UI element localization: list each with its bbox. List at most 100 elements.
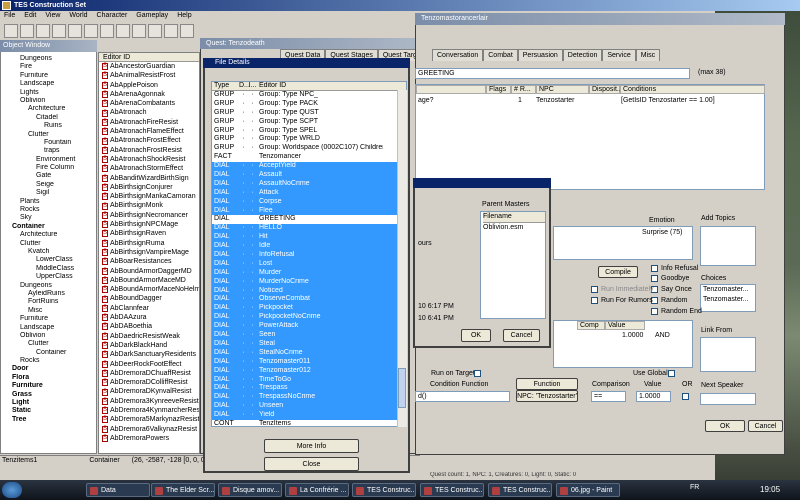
object-list-row[interactable]: SAbBoundArmorMaceNoHelmetMD bbox=[99, 285, 199, 294]
toolbar-button[interactable] bbox=[52, 24, 66, 38]
filename-header[interactable]: Filename bbox=[483, 212, 545, 223]
tree-node[interactable]: Gate bbox=[4, 172, 96, 180]
object-list-row[interactable]: S AbBoundArmorMaceMD bbox=[99, 276, 199, 285]
menu-item[interactable]: View bbox=[45, 11, 60, 21]
object-list-row[interactable]: S AbDremoraDColliffResist bbox=[99, 378, 199, 387]
object-list-row[interactable]: S AbAtronachFireResist bbox=[99, 118, 199, 127]
object-tree[interactable]: Dungeons Fire Furniture Landscape Lights Obli… bbox=[4, 55, 96, 475]
taskbar-item[interactable]: Disque amov... bbox=[218, 483, 282, 497]
object-list-row[interactable]: S AbAtronachShockResist bbox=[99, 155, 199, 164]
menu-item[interactable]: File bbox=[4, 11, 15, 21]
menu-item[interactable]: Help bbox=[177, 11, 191, 21]
tree-node[interactable]: Landscape bbox=[4, 80, 96, 88]
file-details-row[interactable]: GRUP · · Group: Type PACK bbox=[212, 100, 406, 109]
object-list-row[interactable]: S AbDremora3KynreeveResist bbox=[99, 397, 199, 406]
comp-header[interactable]: Comp bbox=[577, 321, 605, 330]
object-list-row[interactable]: S AbBirthsignMankaCamoran bbox=[99, 192, 199, 201]
object-list-row[interactable]: S AbBirthsignVampireMage bbox=[99, 248, 199, 257]
tree-node[interactable]: Furniture bbox=[4, 72, 96, 80]
toolbar-button[interactable] bbox=[132, 24, 146, 38]
object-list-row[interactable]: S AbAtronachFrostResist bbox=[99, 146, 199, 155]
goodbye-checkbox[interactable] bbox=[651, 275, 658, 282]
file-details-row[interactable]: DIAL · · AssaultNoCrime bbox=[212, 179, 406, 189]
col-header-disposition[interactable]: Disposit... bbox=[589, 85, 623, 94]
file-details-row[interactable]: DIAL · · Pickpocket bbox=[212, 304, 406, 314]
object-list-row[interactable]: S AbArenaAgonnak bbox=[99, 90, 199, 99]
tree-node[interactable]: Clutter bbox=[4, 131, 96, 139]
menu-item[interactable]: Gameplay bbox=[136, 11, 168, 21]
editor-id-header[interactable]: Editor ID bbox=[257, 82, 383, 90]
object-list-row[interactable]: S AbArenaCombatants bbox=[99, 99, 199, 108]
object-list-row[interactable]: S AbBoarResistances bbox=[99, 257, 199, 266]
object-list-row[interactable]: S AbBirthsignNPCMage bbox=[99, 220, 199, 229]
file-details-row[interactable]: DIAL · · StealNoCrime bbox=[212, 348, 406, 358]
tree-node[interactable]: Architecture bbox=[4, 105, 96, 113]
tree-node[interactable]: UpperClass bbox=[4, 273, 96, 281]
object-list-row[interactable]: S AbDremoraDKynvalResist bbox=[99, 387, 199, 396]
col-header-npc[interactable]: NPC bbox=[536, 85, 589, 94]
object-list-row[interactable]: S AbAnimalResistFrost bbox=[99, 71, 199, 80]
use-global-checkbox[interactable] bbox=[668, 370, 675, 377]
compile-button[interactable]: Compile bbox=[598, 266, 638, 278]
file-details-row[interactable]: DIAL · · Corpse bbox=[212, 197, 406, 207]
choice-item[interactable]: Tenzomaster... bbox=[703, 295, 755, 305]
object-list-row[interactable]: S AbDarkSanctuaryResidents bbox=[99, 350, 199, 359]
object-list-row[interactable]: S AbAtronachFrostEffect bbox=[99, 136, 199, 145]
toolbar-button[interactable] bbox=[20, 24, 34, 38]
file-details-row[interactable]: DIAL · · Murder bbox=[212, 268, 406, 278]
object-list-row[interactable]: S AbApplePoison bbox=[99, 81, 199, 90]
dialogue-tab[interactable]: Combat bbox=[483, 49, 518, 61]
tree-node[interactable]: Environment bbox=[4, 156, 96, 164]
popup-ok-button[interactable]: OK bbox=[461, 329, 491, 342]
file-details-row[interactable]: GRUP · · Group: Type SCPT bbox=[212, 118, 406, 127]
popup-cancel-button[interactable]: Cancel bbox=[503, 329, 540, 342]
tree-node[interactable]: Clutter bbox=[4, 240, 96, 248]
tree-node[interactable]: Fountain bbox=[4, 139, 96, 147]
tree-node[interactable]: Furniture bbox=[4, 315, 96, 323]
taskbar-item[interactable]: TES Construc... bbox=[420, 483, 484, 497]
file-details-row[interactable]: GRUP · · Group: Type WRLD bbox=[212, 135, 406, 144]
tree-node[interactable]: Clutter bbox=[4, 340, 96, 348]
object-list-row[interactable]: S AbDABoethia bbox=[99, 322, 199, 331]
file-details-row[interactable]: DIAL · · Yield bbox=[212, 411, 406, 420]
taskbar-item[interactable]: The Elder Scr... bbox=[151, 483, 215, 497]
file-details-row[interactable]: GRUP · · Group: Worldspace (0002C107) Child… bbox=[212, 144, 406, 153]
close-button[interactable]: Close bbox=[264, 457, 359, 471]
tree-node[interactable]: Container bbox=[4, 349, 96, 357]
toolbar-button[interactable] bbox=[36, 24, 50, 38]
emotion-field[interactable]: Surprise (75) bbox=[553, 226, 693, 260]
file-details-row[interactable]: DIAL · · Tenzomaster011 bbox=[212, 357, 406, 367]
file-details-row[interactable]: DIAL · · PowerAttack bbox=[212, 322, 406, 332]
object-list-row[interactable]: S AbBirthsignMonk bbox=[99, 201, 199, 210]
comparison-select[interactable]: == bbox=[591, 391, 626, 402]
object-list-row[interactable]: S AbDremoraDChuaffResist bbox=[99, 369, 199, 378]
run-immediately-checkbox[interactable] bbox=[591, 286, 598, 293]
file-details-row[interactable]: DIAL · · Idle bbox=[212, 242, 406, 252]
clock[interactable]: 19:05 bbox=[760, 485, 780, 494]
file-details-row[interactable]: DIAL · · PickpocketNoCrime bbox=[212, 313, 406, 323]
object-list-row[interactable]: S AbDremoraPowers bbox=[99, 434, 199, 443]
toolbar-button[interactable] bbox=[180, 24, 194, 38]
tree-node[interactable]: Door bbox=[4, 365, 96, 373]
object-list-row[interactable]: S AbAtronach bbox=[99, 108, 199, 117]
tree-node[interactable]: LowerClass bbox=[4, 256, 96, 264]
file-details-row[interactable]: DIAL · · HELLO bbox=[212, 224, 406, 234]
file-details-row[interactable]: GRUP · · Group: Type NPC_ bbox=[212, 91, 406, 100]
info-refusal-checkbox[interactable] bbox=[651, 265, 658, 272]
tree-node[interactable]: Dungeons bbox=[4, 282, 96, 290]
object-list-row[interactable]: S AbBoundDagger bbox=[99, 294, 199, 303]
file-details-row[interactable]: DIAL · · Noticed bbox=[212, 286, 406, 296]
object-list-row[interactable]: S AbAncestorGuardian bbox=[99, 62, 199, 71]
object-list-row[interactable]: S AbDarkBlackHand bbox=[99, 341, 199, 350]
tree-node[interactable]: Lights bbox=[4, 89, 96, 97]
add-topics-list[interactable] bbox=[700, 226, 756, 266]
tree-node[interactable]: AyleidRuins bbox=[4, 290, 96, 298]
tree-node[interactable]: Flora bbox=[4, 374, 96, 382]
tree-node[interactable]: Fire Column bbox=[4, 164, 96, 172]
tree-node[interactable]: Misc bbox=[4, 307, 96, 315]
type-header[interactable]: Type bbox=[212, 82, 239, 90]
object-list-header[interactable]: Editor ID bbox=[99, 53, 199, 62]
object-list-row[interactable]: S AbDremora4KynmarcherResist bbox=[99, 406, 199, 415]
master-file-item[interactable]: Oblivion.esm bbox=[483, 223, 545, 233]
more-info-button[interactable]: More Info bbox=[264, 439, 359, 453]
